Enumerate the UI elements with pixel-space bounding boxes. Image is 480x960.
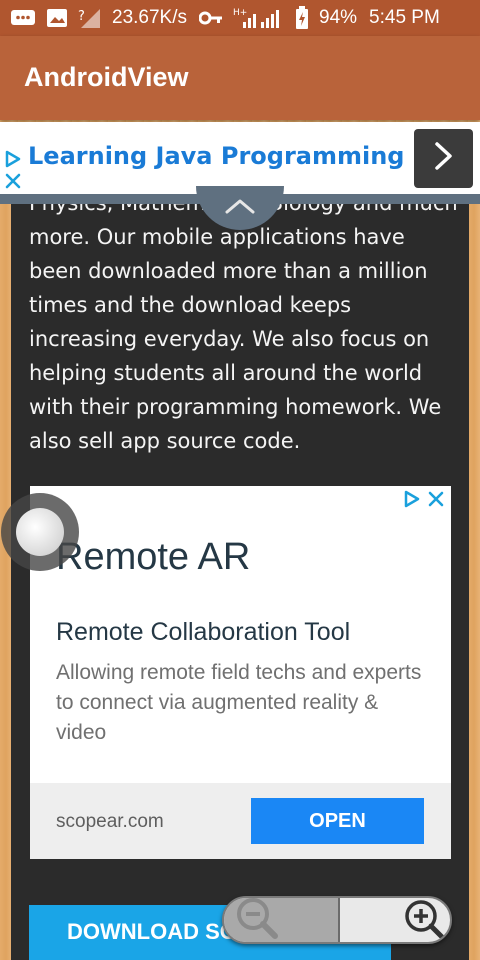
zoom-out-icon bbox=[234, 898, 280, 942]
floating-assistive-button[interactable] bbox=[1, 493, 79, 571]
ad-domain: scopear.com bbox=[56, 811, 164, 832]
battery-level: 94% bbox=[319, 7, 358, 28]
zoom-in-icon bbox=[400, 898, 446, 942]
battery-icon bbox=[295, 6, 309, 30]
chevron-right-icon bbox=[432, 141, 456, 176]
ad-close-icon[interactable] bbox=[4, 172, 22, 195]
assistive-ball-icon bbox=[16, 508, 64, 556]
app-title: AndroidView bbox=[24, 62, 189, 92]
ad-subtitle: Remote Collaboration Tool bbox=[56, 618, 351, 646]
key-icon bbox=[199, 11, 223, 25]
ad-play-icon[interactable] bbox=[4, 150, 22, 173]
chevron-up-icon bbox=[224, 197, 256, 220]
native-ad-card[interactable]: Remote AR Remote Collaboration Tool Allo… bbox=[30, 486, 451, 859]
signal-icon: H+ bbox=[233, 6, 285, 30]
top-ad-arrow-button[interactable] bbox=[414, 129, 473, 188]
network-speed: 23.67K/s bbox=[112, 7, 187, 28]
top-ad-banner-overlay[interactable]: Learning Java Programming bbox=[0, 122, 480, 194]
ad-open-button[interactable]: OPEN bbox=[251, 798, 424, 844]
ad-close-icon[interactable] bbox=[427, 490, 445, 513]
message-icon bbox=[10, 8, 36, 28]
signal-unknown-icon: ? bbox=[78, 7, 102, 29]
ad-description: Allowing remote field techs and experts … bbox=[56, 661, 422, 744]
svg-text:H+: H+ bbox=[233, 8, 247, 18]
top-ad-title[interactable]: Learning Java Programming bbox=[28, 142, 405, 170]
zoom-out-button[interactable] bbox=[224, 898, 338, 942]
ad-choices[interactable] bbox=[403, 490, 445, 513]
app-bar: AndroidView bbox=[0, 36, 480, 120]
svg-text:?: ? bbox=[78, 9, 85, 24]
image-icon bbox=[46, 8, 68, 28]
zoom-controls bbox=[222, 896, 452, 944]
ad-play-icon[interactable] bbox=[403, 490, 421, 513]
ad-headline[interactable]: Remote AR bbox=[56, 536, 250, 579]
status-bar: ? 23.67K/s H+ 94% 5:45 PM bbox=[0, 0, 480, 36]
clock: 5:45 PM bbox=[369, 7, 440, 28]
ad-footer: scopear.com OPEN bbox=[30, 783, 451, 859]
zoom-in-button[interactable] bbox=[340, 898, 450, 942]
